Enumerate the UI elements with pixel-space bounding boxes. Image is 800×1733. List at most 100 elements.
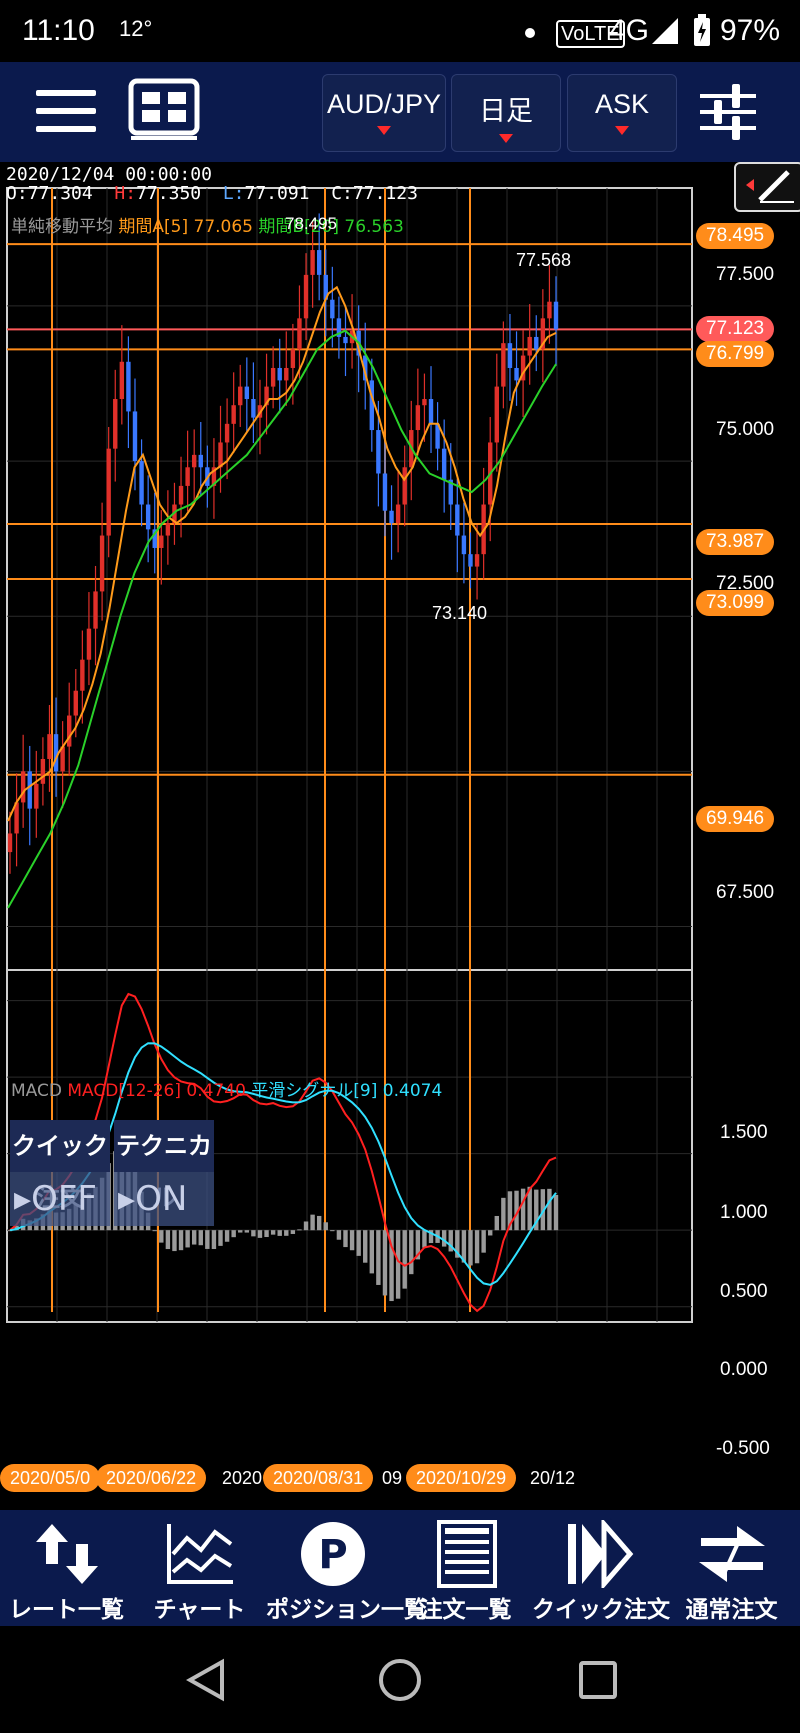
candle-body <box>514 367 519 381</box>
candle-body <box>224 423 230 443</box>
nav-quick-order[interactable]: クイック注文 <box>532 1510 670 1626</box>
macd-histogram-bar <box>165 1230 171 1250</box>
macd-histogram-bar <box>251 1230 256 1237</box>
candle-body <box>270 367 276 387</box>
chart-overlay-panel: クイック注文 テクニカル ▸OFF ▸ON <box>10 1120 214 1230</box>
chart-canvas[interactable] <box>0 162 800 1510</box>
candle-body <box>86 628 92 660</box>
date-label: 2020 <box>222 1468 263 1488</box>
ohlc-low-label: L: <box>222 183 245 204</box>
battery-icon <box>694 14 710 46</box>
macd-legend-macd: MACD[12-26] 0.4740 <box>67 1081 246 1101</box>
technical-toggle[interactable]: ▸ON <box>114 1172 214 1226</box>
date-label: 09 <box>382 1468 403 1488</box>
date-tag[interactable]: 2020/08/31 <box>263 1464 374 1492</box>
candle-body <box>501 343 506 387</box>
home-icon[interactable] <box>378 1658 422 1702</box>
ohlc-close: 77.123 <box>352 183 418 204</box>
price-axis-label: 72.500 <box>716 573 775 594</box>
macd-histogram-bar <box>356 1230 361 1256</box>
macd-histogram-bar <box>257 1230 263 1238</box>
candle-body <box>238 386 243 406</box>
macd-histogram-bar <box>159 1230 164 1243</box>
date-tag[interactable]: 2020/06/22 <box>96 1464 207 1492</box>
price-tag-level[interactable]: 78.495 <box>696 223 775 249</box>
nav-normal-order[interactable]: 通常注文 <box>665 1510 798 1626</box>
candle-body <box>474 554 480 567</box>
drawing-tool-button[interactable] <box>734 162 800 212</box>
candle-body <box>277 367 282 381</box>
ohlc-high: 77.350 <box>136 183 202 204</box>
pair-selector[interactable]: AUD/JPY <box>322 74 446 152</box>
candle-body <box>382 473 388 511</box>
timeframe-label: 日足 <box>479 96 533 126</box>
price-tag-level[interactable]: 73.987 <box>696 529 775 555</box>
dropdown-arrow-icon <box>499 134 513 143</box>
candle-body <box>343 336 348 344</box>
candle-body <box>389 510 394 524</box>
candle-body <box>67 715 72 747</box>
candle-body <box>494 386 499 443</box>
macd-histogram-bar <box>297 1229 302 1231</box>
candle-body <box>422 399 427 406</box>
macd-histogram-bar <box>264 1230 269 1238</box>
macd-legend-name: MACD <box>11 1081 62 1101</box>
macd-histogram-bar <box>185 1230 190 1248</box>
macd-histogram-bar <box>211 1230 217 1250</box>
system-nav-bar <box>0 1626 800 1733</box>
candle-body <box>534 336 539 350</box>
layout-grid-icon[interactable] <box>128 78 200 142</box>
candle-body <box>303 274 309 319</box>
nav-chart[interactable]: チャート <box>133 1510 266 1626</box>
macd-histogram-bar <box>468 1230 473 1266</box>
nav-order-list[interactable]: 注文一覧 <box>399 1510 532 1626</box>
macd-histogram-bar <box>402 1230 407 1289</box>
chart-area[interactable]: 2020/12/04 00:00:00 O:77.304 H:77.350 L:… <box>0 162 800 1510</box>
macd-histogram-bar <box>494 1215 499 1231</box>
candle-body <box>251 399 256 418</box>
candle-body <box>218 442 223 468</box>
macd-histogram-bar <box>284 1230 289 1236</box>
candle-body <box>191 454 197 468</box>
price-tag-level[interactable]: 69.946 <box>696 806 775 832</box>
timeframe-selector[interactable]: 日足 <box>451 74 561 152</box>
macd-histogram-bar <box>310 1214 315 1231</box>
candle-body <box>132 411 138 462</box>
candle-body <box>93 591 98 629</box>
normal-order-icon <box>699 1526 765 1582</box>
macd-histogram-bar <box>191 1230 197 1245</box>
price-tag-level[interactable]: 76.799 <box>696 341 775 367</box>
price-type-selector[interactable]: ASK <box>567 74 677 152</box>
settings-sliders-icon[interactable] <box>700 80 760 144</box>
back-icon[interactable] <box>186 1658 226 1702</box>
ma-legend-name: 単純移動平均 <box>11 217 113 237</box>
date-tag[interactable]: 2020/10/29 <box>406 1464 517 1492</box>
candle-body <box>428 399 434 424</box>
macd-histogram-bar <box>303 1221 309 1231</box>
candle-body <box>507 343 513 368</box>
candle-body <box>80 659 85 691</box>
macd-axis-label: 1.500 <box>720 1122 768 1143</box>
nav-label: レート一覧 <box>9 1597 124 1623</box>
recents-icon[interactable] <box>578 1660 618 1700</box>
quick-order-toggle[interactable]: ▸OFF <box>10 1172 110 1226</box>
date-tag[interactable]: 2020/05/0 <box>0 1464 101 1492</box>
technical-toggle-label: テクニカル <box>114 1120 214 1212</box>
macd-histogram-bar <box>395 1230 401 1299</box>
position-icon: P <box>301 1522 365 1586</box>
dropdown-arrow-icon <box>377 126 391 135</box>
macd-histogram-bar <box>270 1230 276 1235</box>
candle-body <box>185 467 190 486</box>
macd-axis-label: -0.500 <box>716 1438 770 1459</box>
candle-body <box>20 771 26 803</box>
nav-rate-list[interactable]: レート一覧 <box>0 1510 133 1626</box>
nav-position-list[interactable]: P ポジション一覧 <box>266 1510 427 1626</box>
macd-histogram-bar <box>198 1230 203 1246</box>
macd-histogram-bar <box>178 1230 184 1251</box>
nav-label: チャート <box>153 1597 246 1623</box>
network-type: 4G <box>609 14 650 47</box>
macd-histogram-bar <box>501 1197 506 1231</box>
menu-icon[interactable] <box>36 90 96 134</box>
macd-histogram-bar <box>520 1188 526 1231</box>
candle-body <box>310 250 315 275</box>
